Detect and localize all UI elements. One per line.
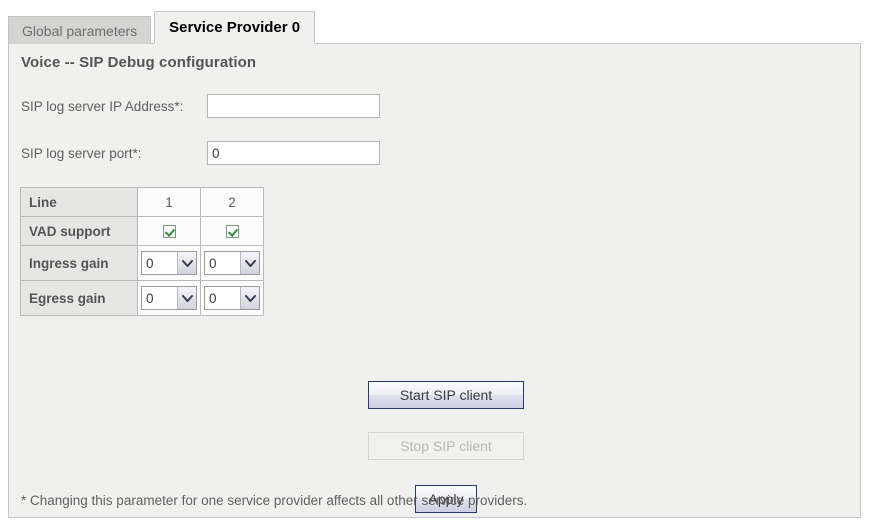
chevron-down-icon (177, 252, 196, 274)
column-header-line-2: 2 (200, 187, 264, 217)
vad-support-cell-line-1 (137, 216, 201, 246)
vad-support-checkbox-line-1[interactable] (162, 225, 176, 239)
chevron-down-icon (240, 287, 259, 309)
field-sip-log-server-port: SIP log server port*: (21, 141, 380, 165)
egress-gain-value-line-1: 0 (146, 290, 154, 306)
sip-log-server-ip-input[interactable] (207, 94, 380, 118)
row-header-ingress-gain: Ingress gain (20, 245, 138, 281)
footnote-text: * Changing this parameter for one servic… (21, 493, 528, 508)
egress-gain-select-line-1[interactable]: 0 (141, 286, 197, 310)
vad-support-checkbox-line-2[interactable] (225, 225, 239, 239)
ingress-gain-select-line-1[interactable]: 0 (141, 251, 197, 275)
ingress-gain-select-line-2[interactable]: 0 (204, 251, 260, 275)
egress-gain-cell-line-2: 0 (200, 280, 264, 316)
table-row-egress-gain: Egress gain 0 0 (20, 280, 264, 316)
vad-support-cell-line-2 (200, 216, 264, 246)
egress-gain-value-line-2: 0 (209, 290, 217, 306)
ingress-gain-cell-line-2: 0 (200, 245, 264, 281)
sip-log-server-port-label: SIP log server port*: (21, 146, 142, 161)
row-header-egress-gain: Egress gain (20, 280, 138, 316)
table-row-vad-support: VAD support (20, 216, 264, 246)
page-root: Global parameters Service Provider 0 Voi… (0, 0, 872, 529)
field-sip-log-server-ip: SIP log server IP Address*: (21, 94, 380, 118)
table-row-ingress-gain: Ingress gain 0 0 (20, 245, 264, 281)
tab-service-provider-0[interactable]: Service Provider 0 (154, 11, 316, 44)
sip-log-server-ip-label: SIP log server IP Address*: (21, 99, 184, 114)
table-row-line: Line 1 2 (20, 187, 264, 217)
line-configuration-table: Line 1 2 VAD support Ingress gain 0 0 Eg… (20, 187, 264, 316)
row-header-line: Line (20, 187, 138, 217)
ingress-gain-value-line-2: 0 (209, 255, 217, 271)
tab-global-parameters[interactable]: Global parameters (8, 16, 152, 44)
ingress-gain-cell-line-1: 0 (137, 245, 201, 281)
tab-bar: Global parameters Service Provider 0 (8, 11, 316, 44)
sip-log-server-port-input[interactable] (207, 141, 380, 165)
start-sip-client-button[interactable]: Start SIP client (368, 381, 524, 409)
content-panel: Voice -- SIP Debug configuration SIP log… (8, 43, 861, 518)
stop-sip-client-button: Stop SIP client (368, 432, 524, 460)
ingress-gain-value-line-1: 0 (146, 255, 154, 271)
page-title: Voice -- SIP Debug configuration (21, 54, 257, 71)
row-header-vad-support: VAD support (20, 216, 138, 246)
chevron-down-icon (240, 252, 259, 274)
egress-gain-cell-line-1: 0 (137, 280, 201, 316)
column-header-line-1: 1 (137, 187, 201, 217)
chevron-down-icon (177, 287, 196, 309)
egress-gain-select-line-2[interactable]: 0 (204, 286, 260, 310)
